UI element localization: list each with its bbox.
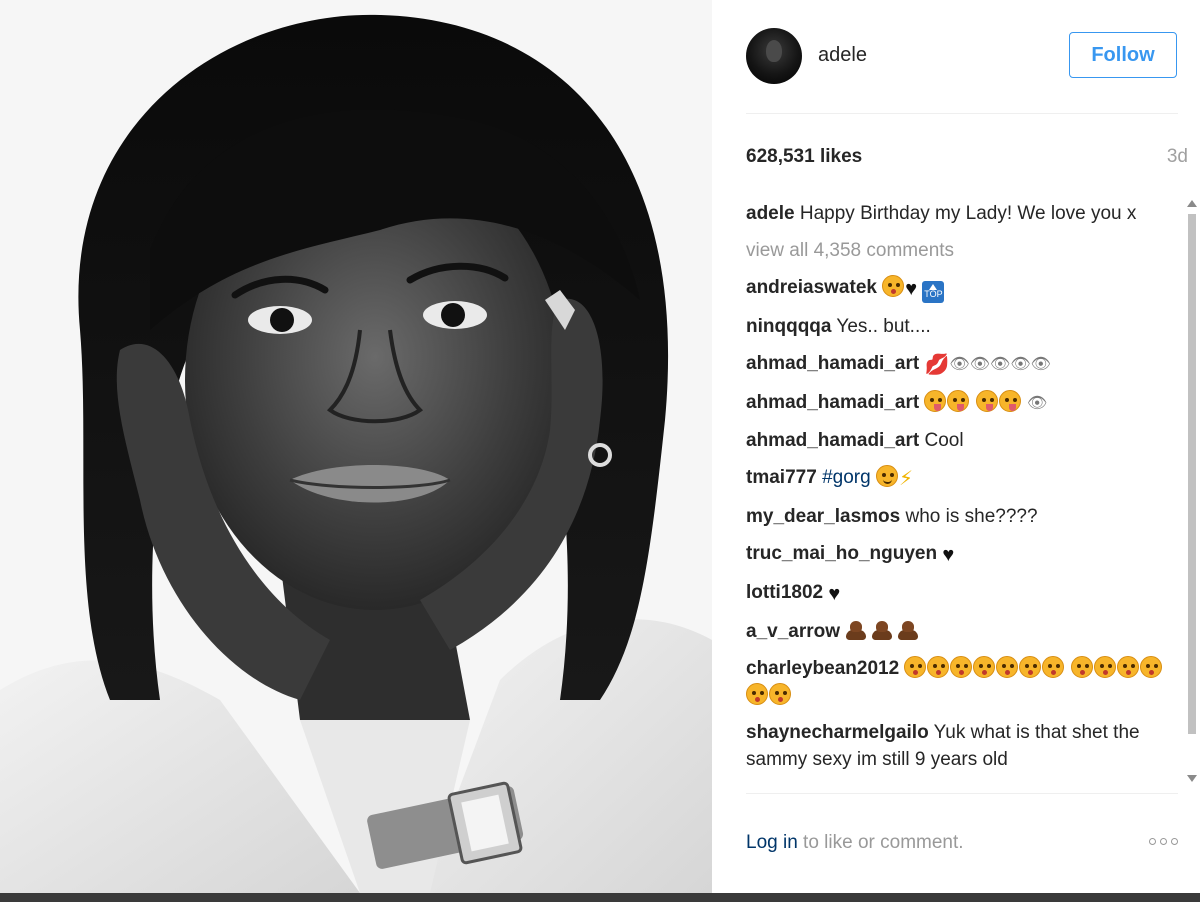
window-bottom-edge xyxy=(0,893,1200,902)
kiss-emoji-icon xyxy=(996,656,1019,678)
list-item: tmai777 #gorg ⚡ xyxy=(746,464,1176,493)
tongue-emoji-icon xyxy=(947,390,970,412)
list-item: ahmad_hamadi_art 💋👁👁👁👁👁 xyxy=(746,350,1176,379)
login-prompt: Log in to like or comment. xyxy=(746,832,964,854)
list-item: shaynecharmelgailo Yuk what is that shet… xyxy=(746,719,1176,773)
comment-username[interactable]: ahmad_hamadi_art xyxy=(746,353,919,374)
caption: adele Happy Birthday my Lady! We love yo… xyxy=(746,200,1176,227)
list-item: ninqqqqa Yes.. but.... xyxy=(746,313,1176,340)
poop-icon xyxy=(871,620,893,640)
more-dot-icon xyxy=(1149,838,1156,845)
list-item: charleybean2012 xyxy=(746,655,1176,709)
kiss-emoji-icon xyxy=(973,656,996,678)
black-heart-icon: ♥ xyxy=(942,544,955,566)
black-heart-icon: ♥ xyxy=(905,278,918,300)
post-side-panel: adele Follow 628,531 likes 3d adele Happ… xyxy=(712,0,1200,893)
more-dot-icon xyxy=(1160,838,1167,845)
list-item: ahmad_hamadi_art 👁 xyxy=(746,389,1176,417)
portrait-image xyxy=(0,0,712,893)
kiss-emoji-icon xyxy=(1070,656,1093,678)
comment-text: who is she???? xyxy=(905,506,1038,527)
kiss-emoji-icon xyxy=(927,656,950,678)
caption-text: Happy Birthday my Lady! We love you x xyxy=(799,203,1137,224)
hashtag-link[interactable]: #gorg xyxy=(822,467,871,488)
comment-text: Cool xyxy=(924,430,964,451)
list-item: my_dear_lasmos who is she???? xyxy=(746,503,1176,530)
post-username[interactable]: adele xyxy=(818,44,867,67)
kiss-emoji-icon xyxy=(769,683,791,705)
top-sign-icon: TOP xyxy=(922,281,945,303)
lightning-icon: ⚡ xyxy=(898,468,913,490)
login-prompt-text: to like or comment. xyxy=(797,832,964,853)
list-item: lotti1802 ♥ xyxy=(746,579,1176,608)
comments-scrollbar[interactable] xyxy=(1184,196,1200,786)
scroll-up-arrow-icon[interactable] xyxy=(1187,200,1197,207)
poop-icon xyxy=(845,620,867,640)
view-all-comments-link[interactable]: view all 4,358 comments xyxy=(746,237,1176,264)
likes-count[interactable]: 628,531 likes xyxy=(746,146,862,168)
kiss-emoji-icon xyxy=(1139,656,1162,678)
comment-username[interactable]: tmai777 xyxy=(746,467,817,488)
login-link[interactable]: Log in xyxy=(746,832,798,853)
list-item: ahmad_hamadi_art Cool xyxy=(746,427,1176,454)
kiss-emoji-icon xyxy=(746,683,768,705)
comment-username[interactable]: a_v_arrow xyxy=(746,621,840,642)
post-age[interactable]: 3d xyxy=(1167,146,1188,168)
lips-icon: 💋 xyxy=(924,354,950,376)
scroll-down-arrow-icon[interactable] xyxy=(1187,775,1197,782)
list-item: truc_mai_ho_nguyen ♥ xyxy=(746,540,1176,569)
comment-username[interactable]: truc_mai_ho_nguyen xyxy=(746,543,937,564)
kiss-emoji-icon xyxy=(1116,656,1139,678)
black-heart-icon: ♥ xyxy=(828,583,841,605)
post-header: adele Follow xyxy=(746,28,1178,84)
tongue-emoji-icon xyxy=(924,390,947,412)
header-divider xyxy=(746,113,1178,114)
kiss-emoji-icon xyxy=(1019,656,1042,678)
kiss-emoji-icon xyxy=(904,656,927,678)
tongue-emoji-icon xyxy=(998,390,1021,412)
kiss-emoji-icon xyxy=(882,275,905,297)
comments-list: adele Happy Birthday my Lady! We love yo… xyxy=(746,200,1176,792)
comment-username[interactable]: shaynecharmelgailo xyxy=(746,722,929,743)
avatar[interactable] xyxy=(746,28,802,84)
smile-emoji-icon xyxy=(875,465,898,487)
more-dot-icon xyxy=(1171,838,1178,845)
comment-username[interactable]: ahmad_hamadi_art xyxy=(746,430,919,451)
comment-username[interactable]: andreiaswatek xyxy=(746,277,877,298)
eyes-icon: 👁 xyxy=(1027,395,1048,412)
more-options-button[interactable] xyxy=(1149,838,1178,845)
kiss-emoji-icon xyxy=(950,656,973,678)
post-photo[interactable] xyxy=(0,0,712,893)
kiss-emoji-icon xyxy=(1093,656,1116,678)
eyes-icon: 👁👁👁👁👁 xyxy=(949,356,1051,373)
poop-icon xyxy=(897,620,919,640)
comment-username[interactable]: my_dear_lasmos xyxy=(746,506,900,527)
comment-text: Yes.. but.... xyxy=(836,316,931,337)
tongue-emoji-icon xyxy=(975,390,998,412)
kiss-emoji-icon xyxy=(1042,656,1065,678)
footer-divider xyxy=(746,793,1178,794)
list-item: andreiaswatek ♥ TOP xyxy=(746,274,1176,303)
list-item: a_v_arrow xyxy=(746,618,1176,645)
caption-username[interactable]: adele xyxy=(746,203,795,224)
comment-username[interactable]: charleybean2012 xyxy=(746,658,899,679)
comment-username[interactable]: ahmad_hamadi_art xyxy=(746,392,919,413)
scrollbar-thumb[interactable] xyxy=(1188,214,1196,734)
follow-button[interactable]: Follow xyxy=(1069,32,1177,78)
comment-username[interactable]: ninqqqqa xyxy=(746,316,831,337)
comment-username[interactable]: lotti1802 xyxy=(746,582,823,603)
